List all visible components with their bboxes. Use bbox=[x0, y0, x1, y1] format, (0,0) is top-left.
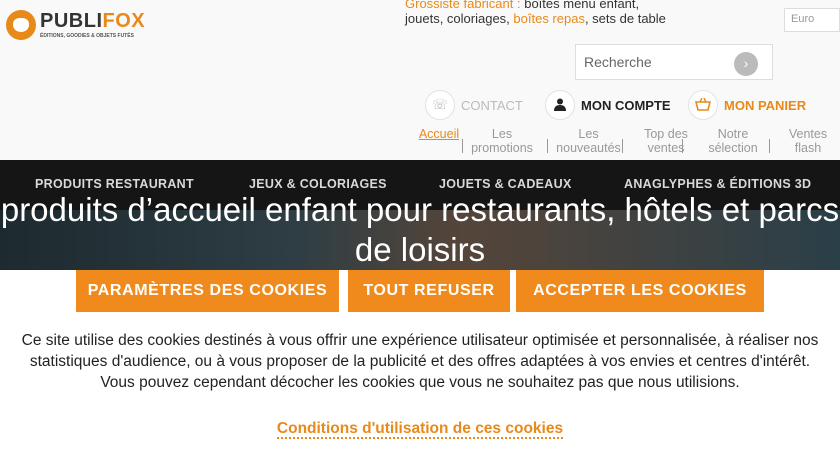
user-icon bbox=[545, 90, 575, 120]
arrow-right-icon: › bbox=[743, 55, 749, 71]
header: PUBLIFOX ÉDITIONS, GOODIES & OBJETS FUTÉ… bbox=[0, 0, 840, 160]
tagline-link-meal-boxes[interactable]: boîtes repas bbox=[513, 11, 585, 26]
header-tagline: Grossiste fabricant : boîtes menu enfant… bbox=[405, 0, 670, 26]
subnav-divider bbox=[622, 139, 623, 153]
tagline-text-end: , sets de table bbox=[584, 11, 666, 26]
refuse-all-button[interactable]: TOUT REFUSER bbox=[348, 270, 510, 312]
hero-title: produits d’accueil enfant pour restauran… bbox=[0, 191, 840, 268]
search-box: › bbox=[575, 44, 773, 80]
account-label: MON COMPTE bbox=[581, 98, 671, 113]
basket-icon bbox=[688, 90, 718, 120]
subnav-divider bbox=[682, 139, 683, 153]
cookie-message: Ce site utilise des cookies destinés à v… bbox=[21, 332, 819, 391]
contact-label: CONTACT bbox=[461, 98, 523, 113]
subnav-divider bbox=[769, 139, 770, 153]
nav-anaglyphs-3d[interactable]: ANAGLYPHES & ÉDITIONS 3D bbox=[624, 177, 811, 191]
logo-text: PUBLIFOX bbox=[40, 10, 146, 32]
fox-logo-icon bbox=[6, 10, 36, 40]
currency-select[interactable]: Euro bbox=[784, 8, 840, 32]
cookie-conditions: Conditions d'utilisation de ces cookies bbox=[0, 420, 840, 439]
nav-restaurant-products[interactable]: PRODUITS RESTAURANT bbox=[35, 177, 194, 191]
subnav-top-sales[interactable]: Top des ventes bbox=[631, 127, 701, 155]
cart-label: MON PANIER bbox=[724, 98, 807, 113]
nav-toys-gifts[interactable]: JOUETS & CADEAUX bbox=[439, 177, 572, 191]
page: PUBLIFOX ÉDITIONS, GOODIES & OBJETS FUTÉ… bbox=[0, 0, 840, 460]
search-input[interactable] bbox=[584, 53, 734, 71]
cookie-buttons: PARAMÈTRES DES COOKIES TOUT REFUSER ACCE… bbox=[0, 270, 840, 312]
accept-cookies-button[interactable]: ACCEPTER LES COOKIES bbox=[516, 270, 764, 312]
phone-icon: ☏ bbox=[425, 90, 455, 120]
subnav-promotions[interactable]: Les promotions bbox=[466, 127, 538, 155]
tagline-link-wholesaler[interactable]: Grossiste fabricant : bbox=[405, 0, 521, 11]
subnav-new[interactable]: Les nouveautés bbox=[546, 127, 631, 155]
secondary-nav: Accueil Les promotions Les nouveautés To… bbox=[410, 127, 840, 159]
cookie-conditions-link[interactable]: Conditions d'utilisation de ces cookies bbox=[276, 420, 564, 439]
nav-games-coloring[interactable]: JEUX & COLORIAGES bbox=[249, 177, 387, 191]
subnav-selection[interactable]: Notre sélection bbox=[702, 127, 764, 155]
logo[interactable]: PUBLIFOX ÉDITIONS, GOODIES & OBJETS FUTÉ… bbox=[4, 8, 164, 44]
subnav-divider bbox=[462, 139, 463, 153]
search-submit-button[interactable]: › bbox=[734, 52, 758, 76]
subnav-home[interactable]: Accueil bbox=[415, 127, 463, 141]
cookie-settings-button[interactable]: PARAMÈTRES DES COOKIES bbox=[76, 270, 339, 312]
logo-subtitle: ÉDITIONS, GOODIES & OBJETS FUTÉS bbox=[40, 33, 134, 39]
subnav-flash-sales[interactable]: Ventes flash bbox=[776, 127, 840, 155]
